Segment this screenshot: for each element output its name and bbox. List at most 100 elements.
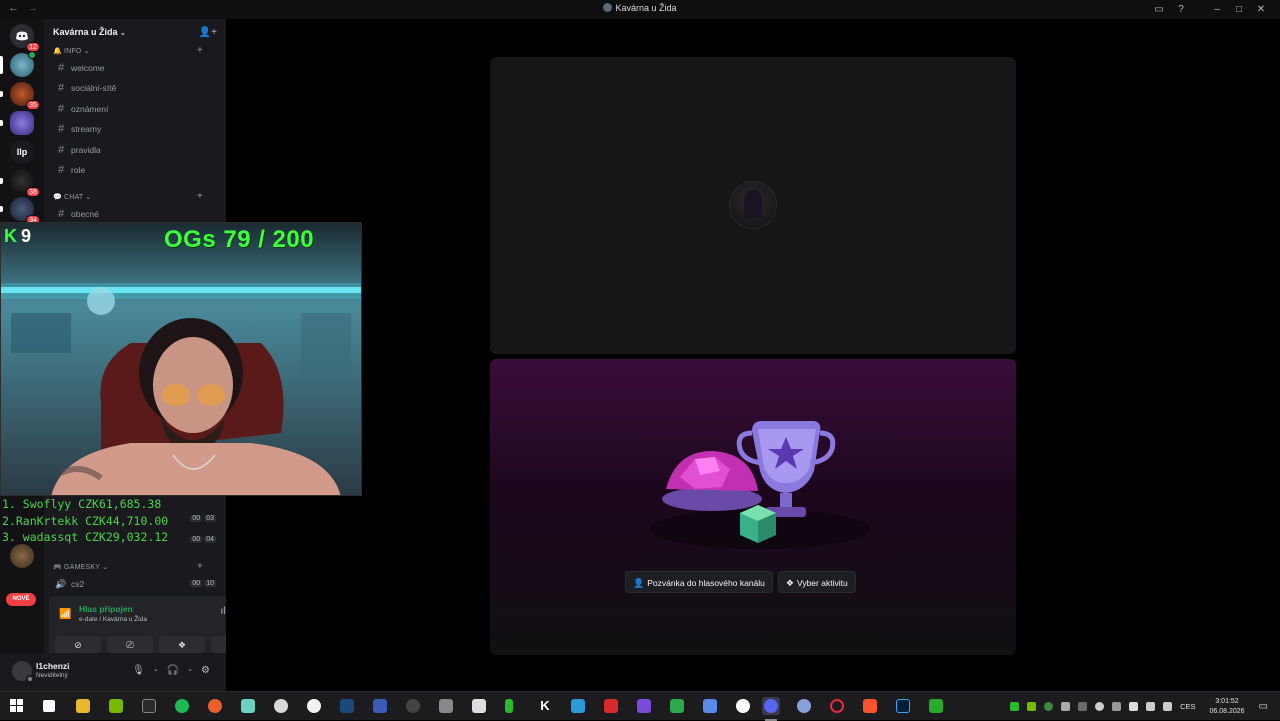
monitor-icon[interactable] xyxy=(373,699,387,713)
brave-icon[interactable] xyxy=(863,699,877,713)
maximize-button[interactable]: □ xyxy=(1228,1,1250,18)
add-channel-icon[interactable]: + xyxy=(197,45,203,56)
direct-messages-button[interactable]: 12 xyxy=(10,24,40,52)
speaker-icon: 🔊 xyxy=(55,579,67,589)
file-explorer-icon[interactable] xyxy=(76,699,90,713)
headphones-icon[interactable]: 🎧 xyxy=(167,665,179,676)
calculator-icon[interactable] xyxy=(439,699,453,713)
obs-icon[interactable] xyxy=(406,699,420,713)
nvidia-icon[interactable] xyxy=(109,699,123,713)
language-indicator[interactable]: CES xyxy=(1180,702,1195,711)
server-icon xyxy=(603,3,613,12)
vpn-icon[interactable] xyxy=(703,699,717,713)
server-5[interactable]: 38 xyxy=(0,169,40,197)
participant-avatar[interactable] xyxy=(730,182,776,228)
usb-icon[interactable] xyxy=(1129,702,1139,711)
channel-pravidla[interactable]: # pravidla xyxy=(53,143,101,158)
close-button[interactable]: ✕ xyxy=(1250,1,1272,18)
voice-invite-label: Pozvánka do hlasového kanálu xyxy=(647,578,765,588)
voice-status[interactable]: Hlas připojen xyxy=(79,604,133,614)
title-bar: ← → Kavárna u Žida ▭ ? – □ ✕ xyxy=(0,0,1280,19)
chevron-down-icon[interactable]: ⌄ xyxy=(153,665,159,676)
server-name-header[interactable]: Kavárna u Žida ⌄ xyxy=(53,27,126,37)
username[interactable]: l1chenzi xyxy=(36,661,70,671)
leaderboard-entry: 3. wadassqt CZK29,032.12 xyxy=(2,530,169,544)
voice-invite-button[interactable]: 👤 Pozvánka do hlasového kanálu xyxy=(625,571,773,593)
choose-activity-button[interactable]: ❖ Vyber aktivitu xyxy=(777,571,856,593)
minimize-button[interactable]: – xyxy=(1206,1,1228,18)
server-llp[interactable]: llp xyxy=(10,140,34,164)
voice-channel-cs2[interactable]: 🔊 cs2 xyxy=(53,577,84,592)
shield-icon[interactable] xyxy=(43,700,55,712)
window-controls: ▭ ? – □ ✕ xyxy=(1148,1,1272,18)
app-blue-icon[interactable] xyxy=(797,699,811,713)
chart-icon[interactable] xyxy=(670,699,684,713)
app-green2-icon[interactable] xyxy=(929,699,943,713)
settings-gear-icon[interactable]: ⚙ xyxy=(201,665,210,676)
clock-icon[interactable] xyxy=(307,699,321,713)
tray-icon[interactable] xyxy=(1010,702,1020,711)
server-kavarna[interactable] xyxy=(0,51,36,77)
add-channel-icon[interactable]: + xyxy=(197,561,203,572)
photos-icon[interactable] xyxy=(571,699,585,713)
volume-icon[interactable] xyxy=(1163,702,1173,711)
network-icon[interactable] xyxy=(1146,702,1156,711)
app-a-icon[interactable] xyxy=(472,699,486,713)
server-6[interactable]: 34 xyxy=(0,197,40,225)
server-7[interactable] xyxy=(10,544,34,568)
server-2[interactable]: 35 xyxy=(0,82,40,110)
tray-icon[interactable] xyxy=(1044,702,1054,711)
tray-icon[interactable] xyxy=(1061,702,1071,711)
spotify-icon[interactable] xyxy=(175,699,189,713)
chrome-icon[interactable] xyxy=(736,699,750,713)
tray-icon[interactable] xyxy=(1112,702,1122,711)
invite-people-icon[interactable]: 👤+ xyxy=(199,27,217,38)
participant-tile[interactable] xyxy=(490,57,1016,354)
app-purple-icon[interactable] xyxy=(637,699,651,713)
webcam-feed-image xyxy=(1,223,361,495)
clock[interactable]: 3:01:52 06.08.2026 xyxy=(1210,697,1245,717)
photoshop-icon[interactable] xyxy=(896,699,910,713)
terminal-icon[interactable] xyxy=(142,699,156,713)
channel-label: streamy xyxy=(71,124,102,134)
timer-part: 00 xyxy=(190,536,203,543)
chevron-down-icon[interactable]: ⌄ xyxy=(187,665,193,676)
opera-icon[interactable] xyxy=(830,699,844,713)
steam-icon[interactable] xyxy=(340,699,354,713)
camera-off-button[interactable]: ⊘ xyxy=(55,636,101,654)
help-icon[interactable]: ? xyxy=(1170,1,1192,18)
firefox-icon[interactable] xyxy=(208,699,222,713)
unread-pip xyxy=(0,120,3,126)
tray-icon[interactable] xyxy=(1027,702,1037,711)
inbox-icon[interactable]: ▭ xyxy=(1148,1,1170,18)
add-channel-icon[interactable]: + xyxy=(197,191,203,202)
notification-icon[interactable]: ▭ xyxy=(1259,701,1268,712)
server-3[interactable] xyxy=(0,111,34,135)
microphone-icon[interactable]: 🎙 xyxy=(132,665,145,676)
windows-start-icon[interactable] xyxy=(10,699,24,713)
kick-icon[interactable]: K xyxy=(538,699,552,713)
voice-location[interactable]: e-date / Kavárna u Žida xyxy=(79,616,147,623)
notes-icon[interactable] xyxy=(241,699,255,713)
channel-welcome[interactable]: # welcome xyxy=(53,61,105,76)
tray-icon[interactable] xyxy=(1095,702,1105,711)
og-counter: OGs 79 / 200 xyxy=(164,226,315,253)
tray-icon[interactable] xyxy=(1078,702,1088,711)
share-screen-button[interactable]: ⎚ xyxy=(107,636,153,654)
avatar[interactable] xyxy=(12,661,34,683)
channel-socialni-site[interactable]: # sociální-sítě xyxy=(53,81,116,96)
app-green-icon[interactable] xyxy=(505,699,513,713)
channel-oznameni[interactable]: # oznámení xyxy=(53,102,108,117)
category-info[interactable]: 🔔 INFO ⌄ + xyxy=(53,45,203,56)
activities-button[interactable]: ❖ xyxy=(159,636,205,654)
app-icon[interactable] xyxy=(274,699,288,713)
discord-icon[interactable] xyxy=(764,699,778,713)
channel-obecne[interactable]: # obecné xyxy=(53,207,99,222)
channel-role[interactable]: # role xyxy=(53,163,85,178)
channel-streamy[interactable]: # streamy xyxy=(53,122,101,137)
category-gamesky-label: 🎮 GAMESKY ⌄ xyxy=(53,564,109,571)
flash-icon[interactable] xyxy=(604,699,618,713)
category-gamesky[interactable]: 🎮 GAMESKY ⌄ + xyxy=(53,561,203,572)
signal-icon[interactable]: 📶 xyxy=(59,609,71,620)
category-chat[interactable]: 💬 CHAT ⌄ + xyxy=(53,191,203,202)
